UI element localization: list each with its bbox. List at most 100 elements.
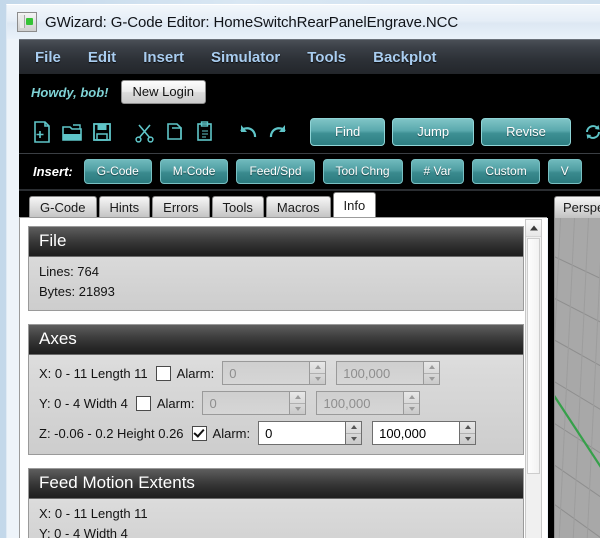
insert-custom-button[interactable]: Custom: [472, 159, 540, 184]
feed-extent-y: Y: 0 - 4 Width 4: [39, 526, 128, 538]
feed-extent-x: X: 0 - 11 Length 11: [39, 506, 148, 521]
axis-y-max-spinner[interactable]: 100,000: [316, 391, 421, 415]
cut-scissors-icon[interactable]: [134, 120, 156, 144]
greeting-text: Howdy, bob!: [31, 84, 109, 100]
chevron-up-icon[interactable]: [460, 422, 476, 434]
menu-item-tools[interactable]: Tools: [307, 49, 346, 66]
chevron-down-icon[interactable]: [310, 374, 325, 385]
main-toolbar: Find Jump Revise: [19, 110, 600, 154]
axis-z-label: Z: -0.06 - 0.2 Height 0.26: [39, 425, 184, 441]
axis-x-min-spinner[interactable]: 0: [222, 361, 327, 385]
chevron-up-icon[interactable]: [424, 362, 440, 374]
find-button[interactable]: Find: [310, 117, 386, 146]
chevron-down-icon[interactable]: [404, 404, 419, 415]
menu-item-simulator[interactable]: Simulator: [211, 49, 280, 66]
info-panel: File Lines: 764 Bytes: 21893 Axes X: 0 -…: [19, 217, 547, 538]
chevron-up-icon[interactable]: [310, 362, 326, 374]
axis-row-x: X: 0 - 11 Length 11 Alarm: 0 100,000: [39, 358, 513, 388]
axes-group-header: Axes: [29, 325, 523, 355]
insert-bar-label: Insert:: [33, 164, 73, 179]
insert-gcode-button[interactable]: G-Code: [83, 159, 152, 184]
refresh-icon[interactable]: [582, 120, 600, 144]
axis-y-min-spinner[interactable]: 0: [202, 391, 307, 415]
menu-item-insert[interactable]: Insert: [143, 49, 184, 66]
paste-icon[interactable]: [194, 120, 216, 144]
copy-icon[interactable]: [164, 120, 186, 144]
axes-group: Axes X: 0 - 11 Length 11 Alarm: 0 100,00…: [28, 324, 524, 455]
feed-motion-extents-body: X: 0 - 11 Length 11 Y: 0 - 4 Width 4 Z: …: [29, 499, 523, 538]
new-file-icon[interactable]: [31, 120, 53, 144]
chevron-down-icon[interactable]: [424, 374, 439, 385]
insert-var-button[interactable]: # Var: [410, 159, 465, 184]
viewport-tab-strip: Perspe: [548, 191, 600, 218]
insert-clipped-button[interactable]: V: [547, 159, 582, 184]
file-group: File Lines: 764 Bytes: 21893: [28, 226, 524, 311]
axis-row-y: Y: 0 - 4 Width 4 Alarm: 0 100,000: [39, 388, 513, 418]
user-bar: Howdy, bob! New Login: [19, 74, 600, 110]
chevron-down-icon[interactable]: [460, 434, 475, 445]
axis-y-min-input[interactable]: 0: [202, 391, 290, 415]
window-frame: GWizard: G-Code Editor: HomeSwitchRearPa…: [6, 4, 600, 538]
chevron-up-icon[interactable]: [290, 392, 306, 404]
info-panel-scrollbar[interactable]: [525, 219, 542, 538]
undo-icon[interactable]: [237, 120, 259, 144]
axis-x-max-spinner[interactable]: 100,000: [336, 361, 441, 385]
insert-bar: Insert: G-Code M-Code Feed/Spd Tool Chng…: [19, 154, 600, 191]
axis-z-alarm-checkbox[interactable]: [191, 425, 207, 441]
file-group-header: File: [29, 227, 523, 257]
axis-x-max-stepper[interactable]: [423, 361, 441, 385]
menu-item-backplot[interactable]: Backplot: [373, 49, 436, 66]
tab-errors[interactable]: Errors: [152, 196, 210, 218]
new-login-button[interactable]: New Login: [120, 80, 206, 104]
axis-x-min-stepper[interactable]: [309, 361, 327, 385]
save-icon[interactable]: [91, 120, 113, 144]
jump-button[interactable]: Jump: [392, 117, 475, 146]
axis-y-max-stepper[interactable]: [403, 391, 421, 415]
info-panel-inner: File Lines: 764 Bytes: 21893 Axes X: 0 -…: [28, 226, 524, 538]
viewport-canvas[interactable]: [554, 218, 600, 538]
file-group-body: Lines: 764 Bytes: 21893: [29, 257, 523, 310]
axis-x-min-input[interactable]: 0: [222, 361, 310, 385]
axis-y-min-stepper[interactable]: [289, 391, 307, 415]
tab-hints[interactable]: Hints: [98, 196, 151, 218]
tab-perspective[interactable]: Perspe: [554, 196, 600, 218]
axis-z-min-spinner[interactable]: 0: [258, 421, 363, 445]
axis-z-max-stepper[interactable]: [459, 421, 477, 445]
application-window: GWizard: G-Code Editor: HomeSwitchRearPa…: [0, 0, 600, 538]
chevron-up-icon[interactable]: [404, 392, 420, 404]
app-icon: [17, 12, 37, 32]
menu-item-edit[interactable]: Edit: [88, 49, 116, 66]
scrollbar-thumb[interactable]: [527, 238, 540, 474]
tab-tools[interactable]: Tools: [211, 196, 264, 218]
redo-icon[interactable]: [267, 120, 289, 144]
tab-strip: G-Code Hints Errors Tools Macros Info: [19, 191, 600, 218]
axis-row-z: Z: -0.06 - 0.2 Height 0.26 Alarm: 0 100,…: [39, 418, 513, 448]
axis-z-min-input[interactable]: 0: [258, 421, 346, 445]
insert-mcode-button[interactable]: M-Code: [159, 159, 229, 184]
chevron-down-icon[interactable]: [346, 434, 361, 445]
menu-item-file[interactable]: File: [35, 49, 61, 66]
axis-x-alarm-checkbox[interactable]: [155, 365, 171, 381]
insert-toolchng-button[interactable]: Tool Chng: [322, 159, 403, 184]
axis-z-max-spinner[interactable]: 100,000: [372, 421, 477, 445]
tab-gcode[interactable]: G-Code: [29, 196, 97, 218]
axis-z-max-input[interactable]: 100,000: [372, 421, 460, 445]
title-bar: GWizard: G-Code Editor: HomeSwitchRearPa…: [7, 5, 600, 39]
chevron-up-icon[interactable]: [346, 422, 362, 434]
tab-macros[interactable]: Macros: [265, 196, 331, 218]
feed-motion-extents-header: Feed Motion Extents: [29, 469, 523, 499]
axis-x-max-input[interactable]: 100,000: [336, 361, 424, 385]
tab-info[interactable]: Info: [332, 192, 377, 218]
axis-z-min-stepper[interactable]: [345, 421, 363, 445]
revise-button[interactable]: Revise: [481, 117, 571, 146]
insert-feedspd-button[interactable]: Feed/Spd: [236, 159, 315, 184]
axis-y-label: Y: 0 - 4 Width 4: [39, 395, 128, 411]
axis-y-max-input[interactable]: 100,000: [316, 391, 404, 415]
axis-y-alarm-label: Alarm:: [156, 395, 195, 411]
scroll-up-arrow-icon[interactable]: [526, 220, 541, 237]
chevron-down-icon[interactable]: [290, 404, 305, 415]
backplot-viewport: Perspe: [548, 191, 600, 538]
feed-motion-extents-group: Feed Motion Extents X: 0 - 11 Length 11 …: [28, 468, 524, 538]
axis-y-alarm-checkbox[interactable]: [135, 395, 151, 411]
open-folder-icon[interactable]: [61, 120, 83, 144]
